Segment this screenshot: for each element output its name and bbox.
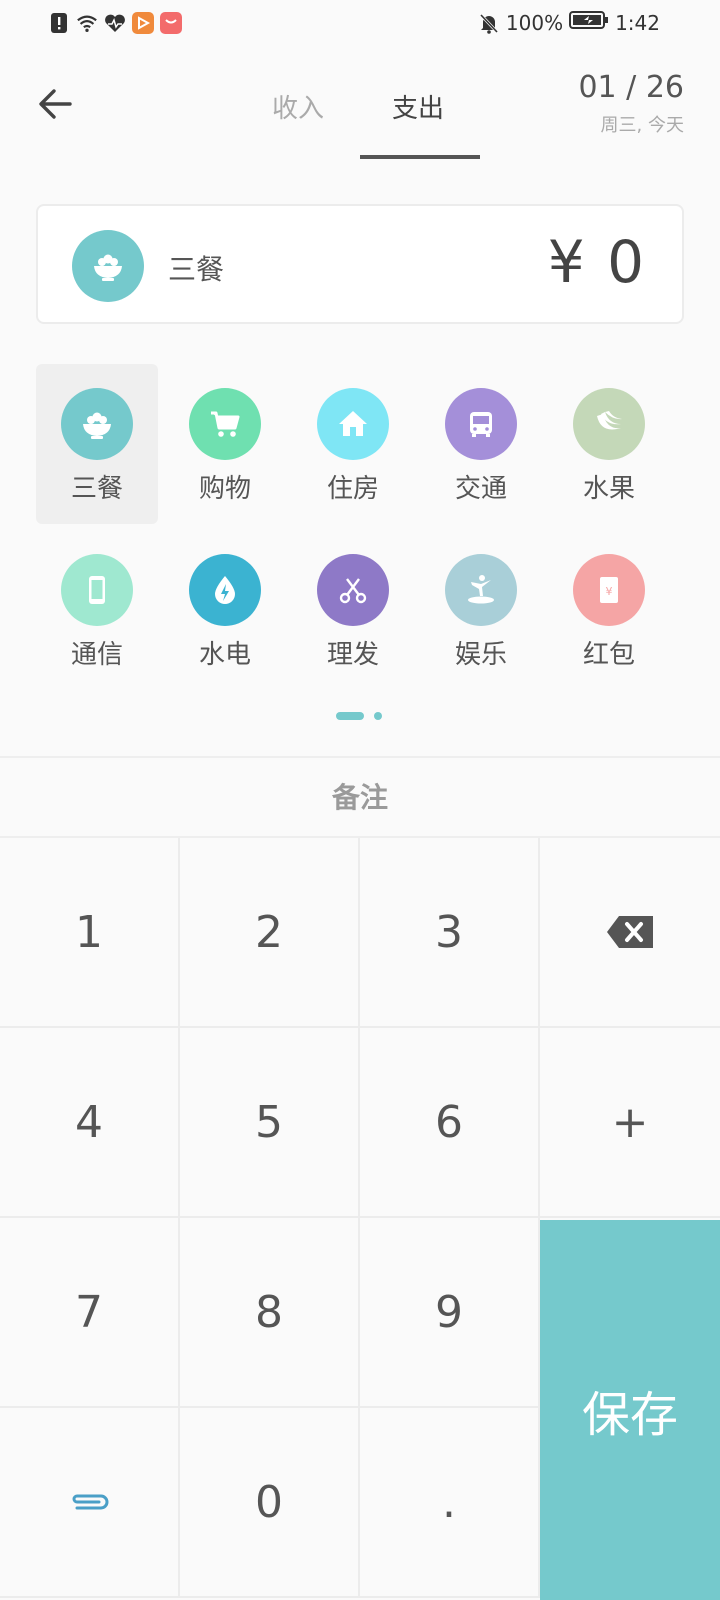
category-page-indicator (336, 712, 382, 720)
category-label: 住房 (326, 474, 379, 504)
skater-icon (445, 554, 517, 626)
category-utilities[interactable]: 水电 (164, 530, 286, 690)
arrow-left-icon (39, 89, 72, 119)
category-label: 红包 (582, 640, 635, 670)
cart-icon (189, 388, 261, 460)
rice-bowl-icon (72, 230, 144, 302)
wifi-icon (76, 12, 98, 34)
health-heart-icon (104, 12, 126, 34)
category-label: 交通 (454, 474, 507, 504)
bell-muted-icon (478, 12, 500, 34)
category-label: 娱乐 (454, 640, 507, 670)
tab-income[interactable]: 收入 (272, 88, 324, 125)
house-icon (317, 388, 389, 460)
banana-icon (573, 388, 645, 460)
category-meals[interactable]: 三餐 (36, 364, 158, 524)
category-haircut[interactable]: 理发 (292, 530, 414, 690)
status-left-icons (48, 12, 182, 34)
category-red-envelope[interactable]: ¥ 红包 (548, 530, 670, 690)
shop-notification-icon (160, 12, 182, 34)
status-bar: 100% 1:42 (0, 0, 720, 50)
key-3[interactable]: 3 (360, 838, 540, 1028)
phone-icon (61, 554, 133, 626)
category-fruit[interactable]: 水果 (548, 364, 670, 524)
amount-display: ¥ 0 (547, 228, 646, 296)
battery-icon (569, 10, 609, 35)
key-4[interactable]: 4 (0, 1028, 180, 1218)
category-housing[interactable]: 住房 (292, 364, 414, 524)
key-6[interactable]: 6 (360, 1028, 540, 1218)
paperclip-icon (72, 1494, 109, 1510)
date-weekday: 周三, 今天 (600, 115, 684, 136)
save-button[interactable]: 保存 (540, 1220, 720, 1600)
selected-category-label: 三餐 (168, 253, 225, 286)
key-5[interactable]: 5 (180, 1028, 360, 1218)
battery-percent: 100% (505, 10, 564, 35)
backspace-button[interactable] (540, 838, 720, 1028)
category-label: 购物 (198, 474, 251, 504)
scissors-icon (317, 554, 389, 626)
attachment-button[interactable] (0, 1408, 180, 1598)
key-9[interactable]: 9 (360, 1218, 540, 1408)
svg-text:¥: ¥ (606, 585, 613, 598)
active-tab-indicator (360, 155, 480, 159)
category-label: 三餐 (70, 474, 123, 504)
category-transport[interactable]: 交通 (420, 364, 542, 524)
clock: 1:42 (615, 10, 660, 35)
backspace-icon (607, 916, 653, 948)
category-shopping[interactable]: 购物 (164, 364, 286, 524)
page-dot-active (336, 712, 364, 720)
date-picker[interactable]: 01 / 26 周三, 今天 (578, 70, 684, 137)
category-label: 水电 (198, 640, 251, 670)
water-bolt-icon (189, 554, 261, 626)
key-plus[interactable]: + (540, 1028, 720, 1218)
alert-icon (48, 12, 70, 34)
category-telecom[interactable]: 通信 (36, 530, 158, 690)
category-label: 通信 (70, 640, 123, 670)
category-entertainment[interactable]: 娱乐 (420, 530, 542, 690)
key-7[interactable]: 7 (0, 1218, 180, 1408)
amount-card: 三餐 ¥ 0 (36, 204, 684, 324)
red-envelope-icon: ¥ (573, 554, 645, 626)
key-0[interactable]: 0 (180, 1408, 360, 1598)
rice-bowl-icon (61, 388, 133, 460)
app-notification-icon (132, 12, 154, 34)
key-1[interactable]: 1 (0, 838, 180, 1028)
note-input[interactable]: 备注 (0, 756, 720, 838)
page-dot (374, 712, 382, 720)
key-decimal[interactable]: . (360, 1408, 540, 1598)
category-label: 水果 (582, 474, 635, 504)
keypad: 1 2 3 4 5 6 + 7 8 9 保存 0 . (0, 838, 720, 1600)
date-value: 01 / 26 (578, 70, 684, 105)
status-right: 100% 1:42 (478, 10, 660, 35)
back-button[interactable] (36, 84, 76, 124)
tab-expense[interactable]: 支出 (392, 88, 444, 125)
category-label: 理发 (326, 640, 379, 670)
key-8[interactable]: 8 (180, 1218, 360, 1408)
bus-icon (445, 388, 517, 460)
key-2[interactable]: 2 (180, 838, 360, 1028)
